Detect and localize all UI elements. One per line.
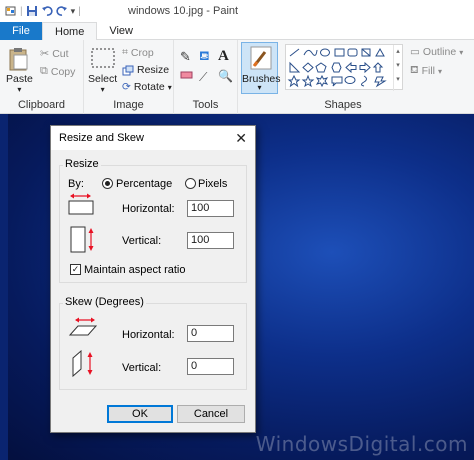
tools-group: ✎ ⛾ A ⟋ 🔍 Tools [174, 40, 238, 114]
crop-button[interactable]: ⌗ Crop [122, 46, 154, 59]
eraser-icon[interactable] [180, 70, 193, 80]
crop-icon: ⌗ [122, 46, 128, 58]
fill-label: Fill [421, 65, 436, 77]
image-group-label: Image [113, 99, 144, 111]
chevron-down-icon: ▾ [257, 83, 262, 92]
tab-home[interactable]: Home [42, 22, 98, 41]
resize-vertical-label: Vertical: [122, 235, 162, 247]
paint-app-icon [5, 6, 16, 16]
fill-bucket-icon[interactable]: ⛾ [199, 48, 210, 66]
rotate-button[interactable]: ⟳ Rotate ▾ [122, 81, 172, 93]
outline-label: Outline [422, 46, 457, 58]
ribbon: Paste ▾ ✂ Cut ⧉ Copy Clipboard Select ▾ … [0, 40, 474, 114]
brushes-button[interactable]: Brushes ▾ [241, 42, 281, 94]
maintain-aspect-label[interactable]: Maintain aspect ratio [84, 264, 186, 276]
canvas-left-edge [0, 114, 8, 460]
resize-horizontal-input[interactable]: 100 [187, 200, 234, 217]
ok-button[interactable]: OK [107, 405, 173, 423]
horizontal-skew-icon [68, 317, 98, 336]
chevron-down-icon: ▾ [459, 47, 464, 57]
color-picker-icon[interactable]: ⟋ [199, 70, 207, 85]
shapes-gallery-scroll[interactable]: ▴ ▾ ▾ [393, 45, 402, 91]
chevron-down-icon: ▾ [100, 85, 105, 94]
select-label: Select [88, 73, 118, 85]
ribbon-tabs: File Home View [0, 22, 474, 41]
select-button[interactable]: Select ▾ [88, 47, 117, 94]
resize-vertical-input[interactable]: 100 [187, 232, 234, 249]
rotate-label: Rotate [133, 81, 165, 93]
cut-button[interactable]: ✂ Cut [40, 47, 69, 61]
undo-icon[interactable] [41, 5, 53, 17]
resize-icon [122, 65, 134, 75]
resize-legend: Resize [63, 158, 101, 170]
skew-horizontal-input[interactable]: 0 [187, 325, 234, 342]
close-icon[interactable]: ✕ [235, 130, 247, 147]
scissors-icon: ✂ [40, 48, 50, 60]
pencil-icon[interactable]: ✎ [180, 49, 191, 65]
separator: | [20, 5, 23, 17]
dialog-title-bar: Resize and Skew ✕ [51, 126, 255, 150]
customize-toolbar-icon[interactable]: ▾ [71, 6, 76, 17]
horizontal-resize-icon [68, 193, 94, 215]
shapes-gallery[interactable]: ▴ ▾ ▾ [285, 44, 403, 91]
dialog-title: Resize and Skew [59, 132, 144, 144]
skew-vertical-input[interactable]: 0 [187, 358, 234, 375]
save-icon[interactable] [26, 5, 38, 17]
separator: | [78, 5, 81, 17]
clipboard-group-label: Clipboard [17, 99, 66, 111]
watermark-text: WindowsDigital.com [255, 432, 468, 456]
vertical-resize-icon [70, 226, 94, 253]
vertical-skew-icon [72, 350, 93, 378]
chevron-down-icon: ▾ [438, 66, 443, 76]
skew-vertical-label: Vertical: [122, 362, 162, 374]
resize-label: Resize [137, 64, 170, 76]
resize-horizontal-label: Horizontal: [122, 203, 175, 215]
cut-label: Cut [52, 47, 69, 60]
quick-access-toolbar: | ▾ | [0, 5, 81, 17]
skew-horizontal-label: Horizontal: [122, 329, 175, 341]
pixels-label[interactable]: Pixels [198, 178, 227, 190]
title-bar: | ▾ | windows 10.jpg - Paint [0, 0, 474, 22]
skew-legend: Skew (Degrees) [63, 296, 146, 308]
tab-view[interactable]: View [97, 22, 145, 40]
brush-icon [250, 46, 272, 70]
resize-button[interactable]: Resize [122, 64, 169, 76]
paste-icon [9, 48, 28, 71]
image-group: Select ▾ ⌗ Crop Resize ⟳ Rotate ▾ Image [84, 40, 174, 114]
maintain-aspect-checkbox[interactable]: ✓ [70, 264, 81, 275]
select-icon [91, 48, 115, 68]
clipboard-group: Paste ▾ ✂ Cut ⧉ Copy Clipboard [0, 40, 84, 114]
tools-group-label: Tools [192, 99, 219, 111]
paste-label: Paste [6, 73, 33, 85]
shapes-group: ▴ ▾ ▾ ▭ Outline ▾ ⛾ Fill ▾ Shapes [282, 40, 474, 114]
outline-icon: ▭ [410, 46, 420, 58]
fill-icon: ⛾ [410, 64, 419, 76]
tab-file[interactable]: File [0, 22, 42, 40]
percentage-radio[interactable] [102, 178, 113, 189]
shapes-group-label: Shapes [324, 99, 362, 111]
magnifier-icon[interactable]: 🔍 [218, 69, 233, 83]
pixels-radio[interactable] [185, 178, 196, 189]
cancel-button[interactable]: Cancel [177, 405, 245, 423]
fill-button[interactable]: ⛾ Fill ▾ [410, 64, 442, 78]
by-label: By: [68, 178, 84, 190]
copy-icon: ⧉ [40, 65, 48, 77]
copy-label: Copy [50, 65, 76, 78]
chevron-down-icon: ▾ [17, 85, 22, 94]
shapes-gallery-icons [287, 47, 387, 88]
chevron-down-icon: ▾ [167, 82, 172, 92]
window-title: windows 10.jpg - Paint [128, 5, 239, 17]
redo-icon[interactable] [56, 5, 68, 17]
outline-button[interactable]: ▭ Outline ▾ [410, 46, 463, 58]
copy-button[interactable]: ⧉ Copy [40, 65, 75, 78]
resize-skew-dialog: Resize and Skew ✕ Resize By: Percentage … [50, 125, 256, 433]
paste-button[interactable]: Paste ▾ [6, 46, 33, 94]
percentage-label[interactable]: Percentage [116, 178, 172, 190]
crop-label: Crop [130, 46, 154, 59]
brushes-group: Brushes ▾ [238, 40, 281, 114]
rotate-icon: ⟳ [122, 81, 131, 93]
text-tool-icon[interactable]: A [218, 48, 229, 65]
